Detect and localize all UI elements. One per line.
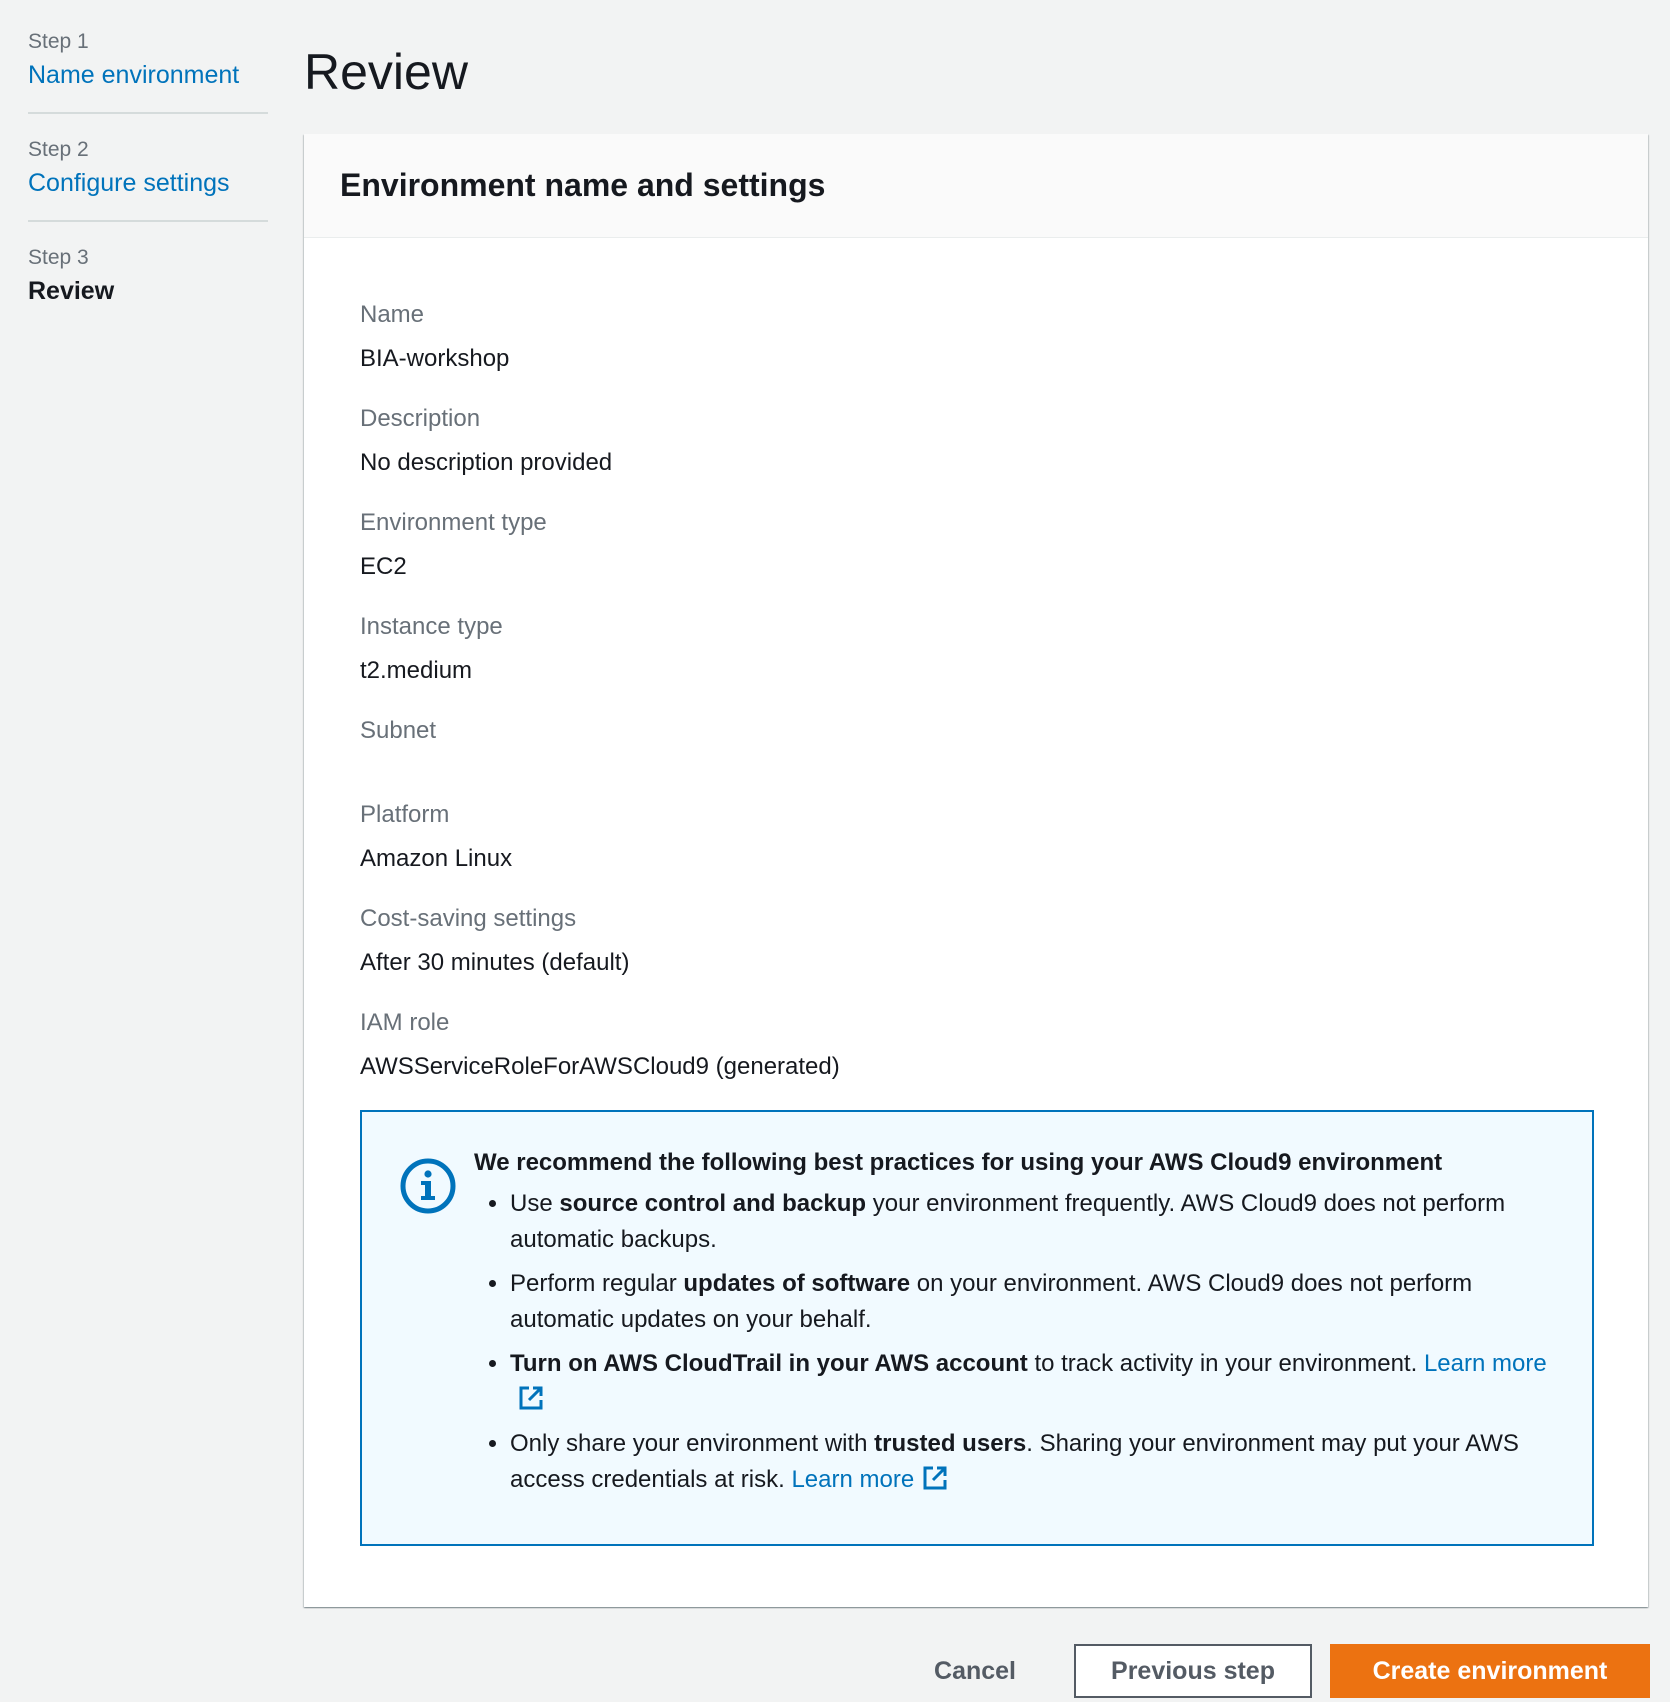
- field-description: Description No description provided: [360, 402, 1592, 480]
- field-value: EC2: [360, 553, 407, 580]
- sharing-learn-more-link[interactable]: Learn more: [791, 1466, 948, 1493]
- field-name: Name BIA-workshop: [360, 298, 1592, 376]
- alert-list: Use source control and backup your envir…: [474, 1186, 1552, 1498]
- item-bold-text: source control and backup: [559, 1190, 867, 1217]
- item-text: to track activity in your environment.: [1027, 1350, 1424, 1377]
- wizard-steps-nav: Step 1 Name environment Step 2 Configure…: [28, 26, 268, 348]
- link-text: Learn more: [791, 1466, 915, 1493]
- item-bold-text: Turn on AWS CloudTrail in your AWS accou…: [510, 1350, 1028, 1377]
- field-label: Name: [360, 301, 425, 328]
- best-practices-alert: We recommend the following best practice…: [360, 1110, 1594, 1546]
- wizard-footer: Cancel Previous step Create environment: [906, 1644, 1650, 1698]
- step-2: Step 2 Configure settings: [28, 134, 268, 222]
- list-item: Perform regular updates of software on y…: [510, 1266, 1552, 1338]
- list-item: Use source control and backup your envir…: [510, 1186, 1552, 1258]
- step-1-number: Step 1: [28, 30, 89, 53]
- field-value: After 30 minutes (default): [360, 949, 630, 976]
- previous-step-button[interactable]: Previous step: [1074, 1644, 1312, 1698]
- field-subnet: Subnet: [360, 714, 1592, 772]
- external-link-icon: [922, 1465, 948, 1491]
- info-icon: [398, 1156, 458, 1216]
- field-label: Platform: [360, 801, 450, 828]
- cancel-button[interactable]: Cancel: [906, 1644, 1044, 1698]
- field-cost-saving-settings: Cost-saving settings After 30 minutes (d…: [360, 902, 1592, 980]
- field-value: BIA-workshop: [360, 345, 510, 372]
- field-value: Amazon Linux: [360, 845, 513, 872]
- list-item: Turn on AWS CloudTrail in your AWS accou…: [510, 1346, 1552, 1418]
- item-bold-text: trusted users: [874, 1430, 1027, 1457]
- create-environment-button[interactable]: Create environment: [1330, 1644, 1650, 1698]
- field-label: Instance type: [360, 613, 503, 640]
- external-link-icon: [518, 1385, 544, 1411]
- field-label: IAM role: [360, 1009, 450, 1036]
- alert-title: We recommend the following best practice…: [474, 1149, 1443, 1176]
- field-label: Environment type: [360, 509, 547, 536]
- field-value: t2.medium: [360, 657, 473, 684]
- field-value: No description provided: [360, 449, 613, 476]
- page-title: Review: [304, 44, 468, 100]
- card-body: Name BIA-workshop Description No descrip…: [304, 238, 1648, 1546]
- list-item: Only share your environment with trusted…: [510, 1426, 1552, 1498]
- link-text: Learn more: [1423, 1350, 1547, 1377]
- field-platform: Platform Amazon Linux: [360, 798, 1592, 876]
- environment-settings-card: Environment name and settings Name BIA-w…: [304, 134, 1648, 1607]
- alert-content: We recommend the following best practice…: [474, 1146, 1552, 1506]
- step-1-link[interactable]: Name environment: [28, 58, 268, 92]
- field-iam-role: IAM role AWSServiceRoleForAWSCloud9 (gen…: [360, 1006, 1592, 1084]
- step-3: Step 3 Review: [28, 242, 268, 328]
- field-label: Subnet: [360, 717, 437, 744]
- step-3-number: Step 3: [28, 246, 89, 269]
- item-text: Only share your environment with: [510, 1430, 875, 1457]
- card-title: Environment name and settings: [340, 167, 826, 203]
- field-value: [360, 758, 1592, 772]
- step-1: Step 1 Name environment: [28, 26, 268, 114]
- field-instance-type: Instance type t2.medium: [360, 610, 1592, 688]
- item-text: Use: [510, 1190, 560, 1217]
- item-text: Perform regular: [510, 1270, 684, 1297]
- field-environment-type: Environment type EC2: [360, 506, 1592, 584]
- card-header: Environment name and settings: [304, 134, 1648, 238]
- item-bold-text: updates of software: [683, 1270, 911, 1297]
- step-2-link[interactable]: Configure settings: [28, 166, 268, 200]
- step-2-number: Step 2: [28, 138, 89, 161]
- field-label: Cost-saving settings: [360, 905, 577, 932]
- field-label: Description: [360, 405, 481, 432]
- step-3-current: Review: [28, 277, 115, 305]
- field-value: AWSServiceRoleForAWSCloud9 (generated): [360, 1053, 840, 1080]
